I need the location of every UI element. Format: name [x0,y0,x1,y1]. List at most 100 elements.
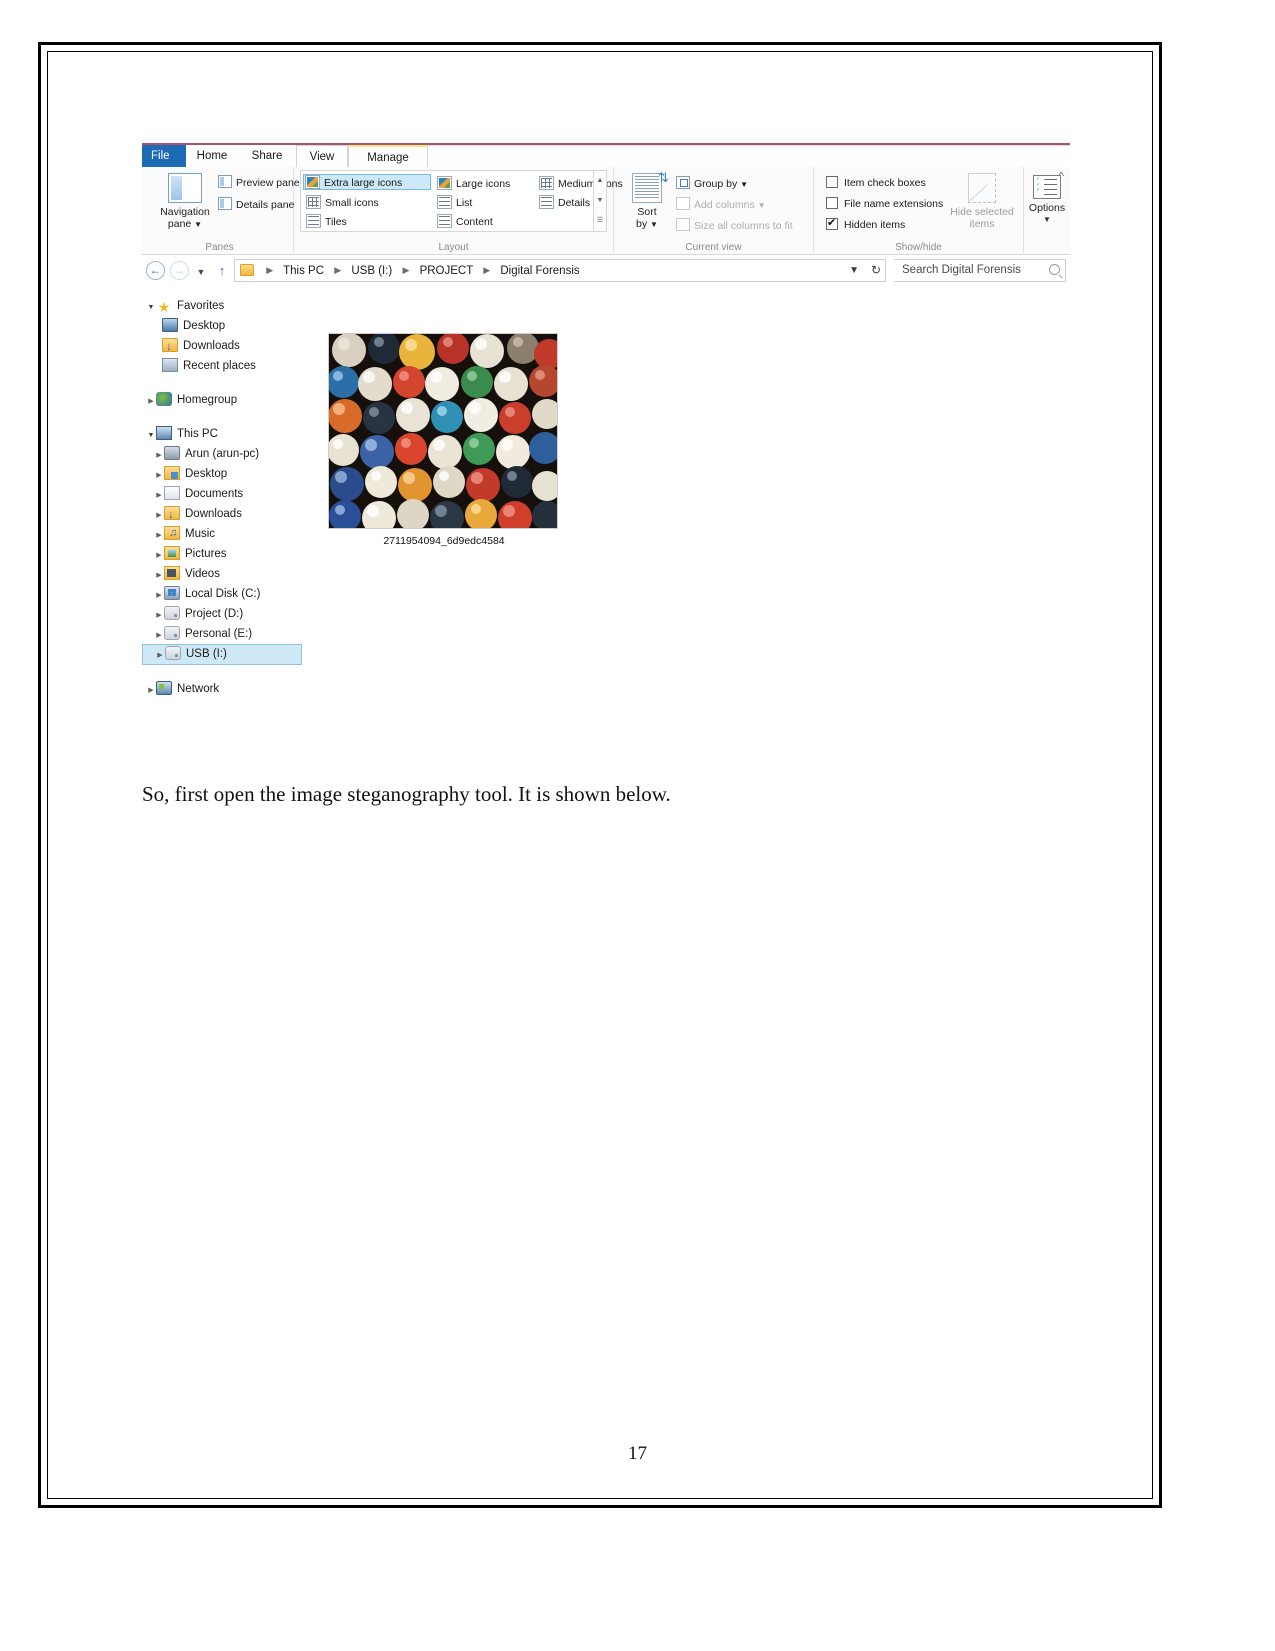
breadcrumb-separator-icon: ▶ [334,265,342,275]
tab-file[interactable]: File [142,145,186,167]
hide-selected-items-button: Hide selected items [947,171,1017,230]
expand-twisty-icon[interactable]: ▶ [146,681,156,701]
sidebar-item-music[interactable]: ▶ Music [142,523,322,546]
sidebar-item-local-disk-c[interactable]: ▶ Local Disk (C:) [142,584,322,604]
scroll-up-icon[interactable]: ▲ [594,171,606,191]
expand-twisty-icon[interactable]: ▶ [155,646,165,665]
ribbon-body: ^ Navigation pane ▼ Preview pane Details… [142,167,1070,255]
sidebar-item-favorites[interactable]: ▼ ★ Favorites [142,296,322,316]
navigation-pane: ▼★Favorites Desktop Downloads Recent pla… [142,296,322,699]
refresh-icon[interactable]: ↻ [871,260,881,281]
tab-home[interactable]: Home [186,145,238,167]
file-name-extensions-checkbox[interactable] [826,197,838,209]
expand-twisty-icon[interactable]: ▶ [154,506,164,526]
sidebar-item-label: Documents [185,488,244,500]
tab-share[interactable]: Share [238,145,296,167]
page-paragraph: So, first open the image steganography t… [142,782,671,806]
sidebar-item-recent-places[interactable]: Recent places [142,356,322,376]
sidebar-item-downloads[interactable]: ▶ Downloads [142,504,322,524]
size-all-columns-button: Size all columns to fit [676,218,793,232]
breadcrumb-this-pc[interactable]: This PC [283,265,324,277]
expand-twisty-icon[interactable]: ▶ [154,486,164,506]
hidden-items-option[interactable]: Hidden items [826,216,905,231]
sidebar-item-network[interactable]: ▶ Network [142,679,322,699]
expand-twisty-icon[interactable]: ▶ [154,566,164,586]
expand-twisty-icon[interactable]: ▶ [146,392,156,412]
expand-twisty-icon[interactable]: ▶ [154,586,164,606]
sidebar-item-downloads-fav[interactable]: Downloads [142,336,322,356]
expand-twisty-icon[interactable]: ▶ [154,546,164,566]
search-input[interactable]: Search Digital Forensis [894,259,1066,282]
expand-twisty-icon[interactable]: ▶ [154,526,164,546]
breadcrumb-digital-forensis[interactable]: Digital Forensis [500,265,579,277]
sidebar-item-desktop[interactable]: ▶ Desktop [142,464,322,484]
layout-extra-large-icons[interactable]: Extra large icons [303,174,431,190]
details-pane-button[interactable]: Details pane [218,197,294,211]
breadcrumb-separator-icon: ▶ [402,265,410,275]
layout-small-icons[interactable]: Small icons [304,194,383,210]
expand-twisty-icon[interactable]: ▼ [146,298,156,318]
layout-large-icons[interactable]: Large icons [435,175,514,191]
downloads-folder-icon [162,336,178,356]
navigation-pane-button[interactable]: Navigation pane ▼ [156,171,214,231]
expand-twisty-icon[interactable]: ▶ [154,626,164,646]
recent-locations-button[interactable]: ▼ [194,264,208,278]
this-pc-icon [156,426,172,440]
sidebar-item-pictures[interactable]: ▶ Pictures [142,544,322,564]
back-button[interactable]: ← [146,261,165,280]
options-label: Options [1028,202,1066,214]
sidebar-item-usb-i[interactable]: ▶ USB (I:) [142,644,302,665]
file-thumbnail[interactable] [328,333,558,529]
ribbon-group-panes: Navigation pane ▼ Preview pane Details p… [146,167,300,255]
layout-item-label: Details [558,197,591,209]
forward-button[interactable]: → [170,261,189,280]
layout-list[interactable]: List [435,194,476,210]
layout-details[interactable]: Details [537,194,594,210]
sidebar-item-videos[interactable]: ▶ Videos [142,564,322,584]
music-folder-icon [164,523,180,543]
layout-tiles[interactable]: Tiles [304,213,351,229]
item-check-boxes-label: Item check boxes [844,177,926,189]
address-dropdown-icon[interactable]: ▼ [849,260,859,281]
item-check-boxes-checkbox[interactable] [826,176,838,188]
options-caret-icon[interactable]: ▼ [1024,214,1070,226]
sidebar-item-project-d[interactable]: ▶ Project (D:) [142,604,322,624]
breadcrumb-usb[interactable]: USB (I:) [351,265,392,277]
preview-pane-button[interactable]: Preview pane [218,175,300,189]
sidebar-item-personal-e[interactable]: ▶ Personal (E:) [142,624,322,644]
group-by-button[interactable]: Group by ▼ [676,176,748,190]
layout-gallery-scrollbar[interactable]: ▲ ▼ ☰ [593,170,607,232]
monitor-icon [162,318,178,332]
tab-manage[interactable]: Manage [348,145,428,167]
sidebar-item-label: Personal (E:) [185,628,253,640]
tab-view[interactable]: View [296,145,348,167]
breadcrumb-project[interactable]: PROJECT [420,265,473,277]
scroll-down-icon[interactable]: ▼ [594,191,606,211]
hidden-items-checkbox[interactable] [826,216,838,230]
sidebar-item-label: Favorites [177,300,225,312]
layout-item-label: Tiles [325,216,347,228]
details-pane-icon [218,197,232,210]
gallery-expand-icon[interactable]: ☰ [594,211,606,231]
sidebar-item-homegroup[interactable]: ▶ Homegroup [142,390,322,410]
file-name-extensions-option[interactable]: File name extensions [826,197,943,210]
options-button[interactable]: Options ▼ [1024,171,1070,226]
content-icon [437,214,452,228]
expand-twisty-icon[interactable]: ▶ [154,446,164,466]
small-icons-icon [306,195,321,209]
expand-twisty-icon[interactable]: ▶ [154,466,164,486]
up-button[interactable]: ↑ [214,262,230,278]
item-check-boxes-option[interactable]: Item check boxes [826,176,926,189]
sidebar-item-arun[interactable]: ▶ Arun (arun-pc) [142,444,322,464]
file-list-item[interactable]: 2711954094_6d9edc4584 [328,333,560,547]
layout-content[interactable]: Content [435,213,497,229]
tiles-icon [306,214,321,228]
search-icon [1049,264,1060,275]
sidebar-item-this-pc[interactable]: ▼ This PC [142,424,322,444]
expand-twisty-icon[interactable]: ▼ [146,426,156,446]
sidebar-item-documents[interactable]: ▶ Documents [142,484,322,504]
layout-item-label: Small icons [325,197,379,209]
breadcrumb[interactable]: ▶ This PC ▶ USB (I:) ▶ PROJECT ▶ Digital… [234,259,886,282]
expand-twisty-icon[interactable]: ▶ [154,606,164,626]
sidebar-item-desktop-fav[interactable]: Desktop [142,316,322,336]
